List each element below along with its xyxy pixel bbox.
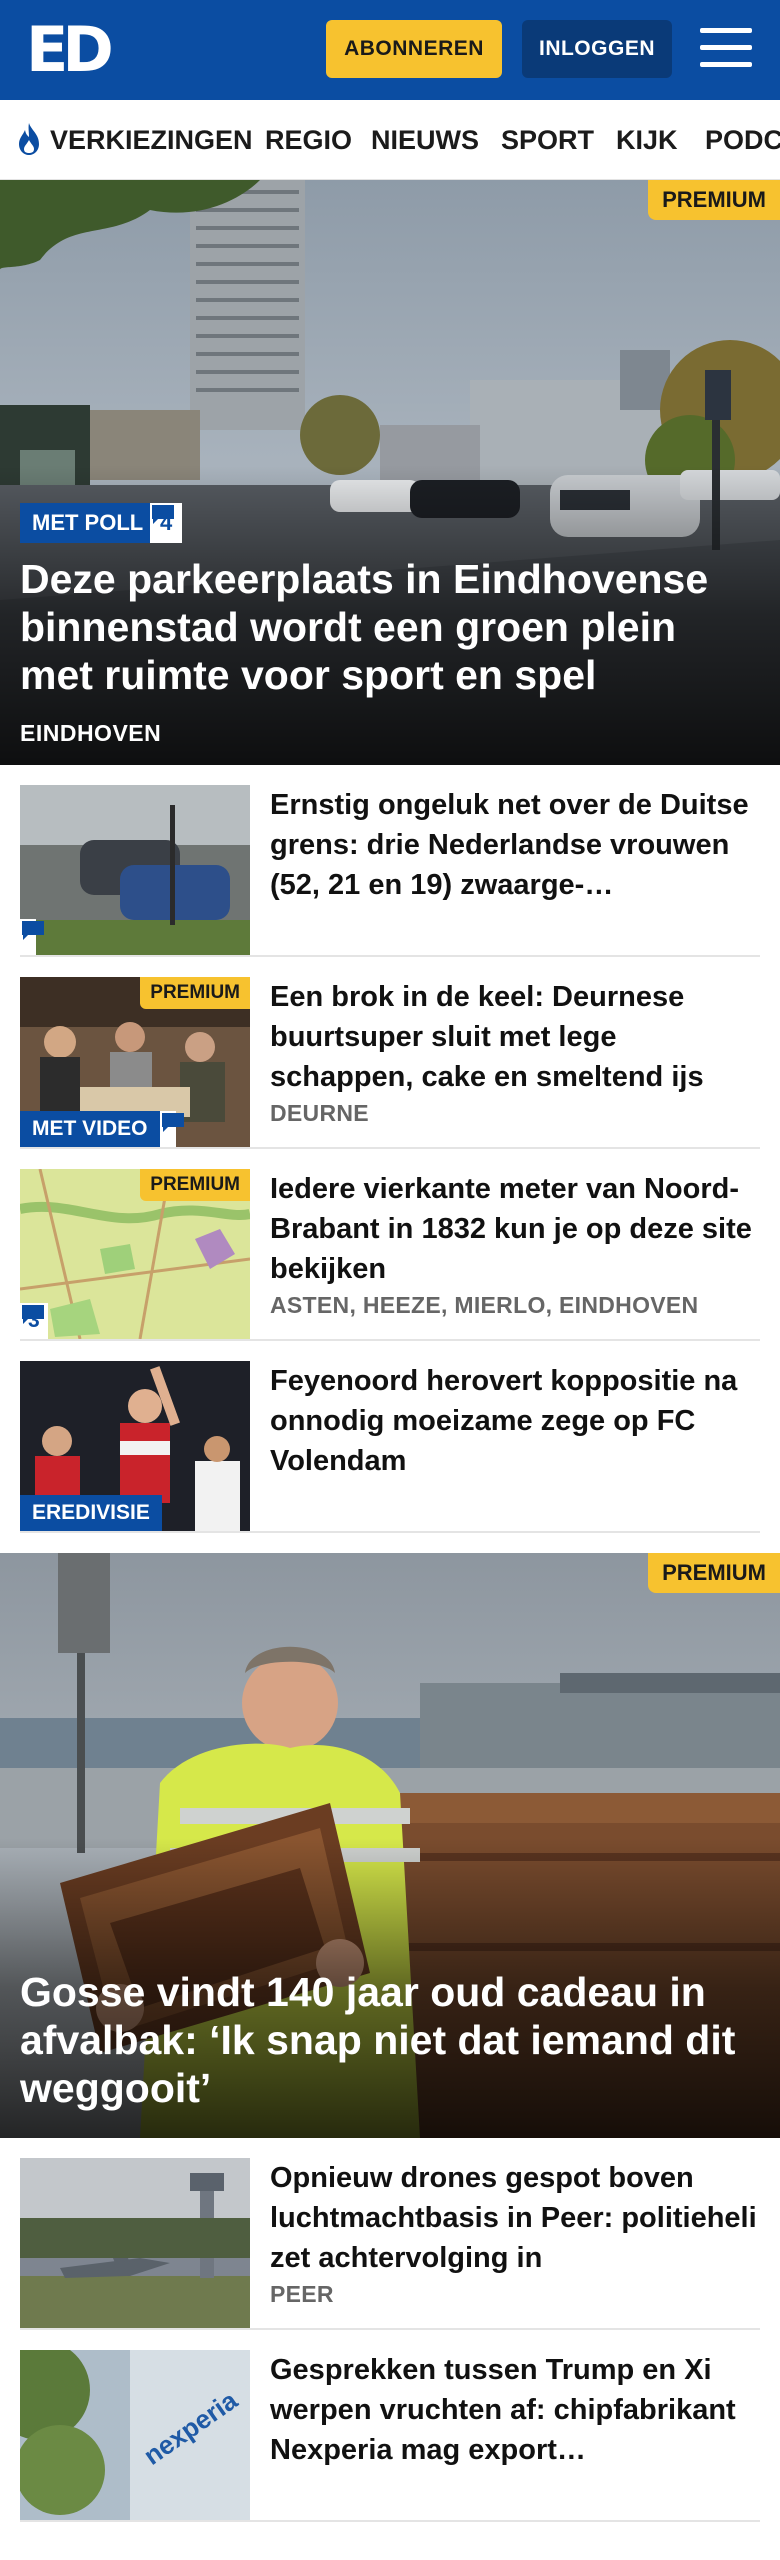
article-card[interactable]: Opnieuw drones gespot boven luchtmachtba… [20, 2138, 760, 2330]
premium-badge: PREMIUM [140, 977, 250, 1009]
article-card[interactable]: EREDIVISIE Feyenoord herovert kopp­ositi… [20, 1341, 760, 1533]
nav-item-nieuws[interactable]: NIEUWS [371, 100, 479, 180]
crash-photo [20, 785, 250, 955]
article-headline[interactable]: Feyenoord herovert kopp­ositie na onnodi… [270, 1361, 760, 1481]
article-card[interactable]: PREMIUM 3 Iedere vierkante meter van Noo… [20, 1149, 760, 1341]
competition-tag: EREDIVISIE [20, 1495, 162, 1531]
video-tag: MET VIDEO [20, 1111, 160, 1147]
nav-item-kijk[interactable]: KIJK [616, 100, 678, 180]
article-card[interactable]: nexperia Gesprekken tussen Trump en Xi w… [20, 2330, 760, 2522]
nav-item-sport[interactable]: SPORT [501, 100, 594, 180]
article-headline[interactable]: Gesprekken tussen Trump en Xi werpen vru… [270, 2350, 760, 2470]
article-thumbnail: nexperia [20, 2350, 250, 2520]
nav-item-verkiezingen[interactable]: VERKIEZINGEN [50, 100, 253, 180]
hero-article[interactable]: PREMIUM MET POLL 4 Deze parkeerplaats in… [0, 180, 780, 765]
article-location: PEER [270, 2281, 334, 2307]
nexperia-photo: nexperia [20, 2350, 250, 2520]
logo-text: ED [26, 13, 114, 86]
premium-badge: PREMIUM [648, 1553, 780, 1593]
hamburger-menu-icon[interactable] [700, 26, 752, 70]
comment-bubble-icon [152, 505, 174, 524]
hero-headline[interactable]: Gosse vindt 140 jaar oud cadeau in afval… [20, 1968, 760, 2112]
article-headline[interactable]: Ernstig ongeluk net over de Duitse grens… [270, 785, 760, 905]
comment-bubble-icon [22, 1305, 44, 1324]
article-thumbnail [20, 2158, 250, 2328]
article-location: DEURNE [270, 1100, 369, 1126]
comment-badge[interactable]: 3 [20, 1303, 48, 1339]
comment-bubble-icon [22, 921, 44, 940]
hero-article-2[interactable]: PREMIUM Gosse vindt 140 jaar oud cadeau … [0, 1553, 780, 2138]
hero-location-label: EINDHOVEN [20, 720, 162, 746]
article-location: ASTEN, HEEZE, MIERLO, EINDHOVEN [270, 1292, 699, 1318]
premium-badge: PREMIUM [140, 1169, 250, 1201]
premium-badge: PREMIUM [648, 180, 780, 220]
hero-headline[interactable]: Deze parkeerplaats in Eindhovense binnen… [20, 555, 760, 699]
nav-item-podcast[interactable]: PODC [705, 100, 780, 180]
article-card[interactable]: Ernstig ongeluk net over de Duitse grens… [20, 765, 760, 957]
nav-item-regio[interactable]: REGIO [265, 100, 352, 180]
comment-badge[interactable] [160, 1111, 184, 1147]
comment-bubble-icon [162, 1113, 184, 1132]
article-thumbnail: EREDIVISIE [20, 1361, 250, 1531]
article-thumbnail [20, 785, 250, 955]
top-header: ED ABONNEREN INLOGGEN [0, 0, 780, 100]
flame-icon [19, 123, 39, 155]
airbase-photo [20, 2158, 250, 2328]
article-headline[interactable]: Iedere vierkante meter van Noord-Brabant… [270, 1169, 760, 1289]
poll-tag: MET POLL [20, 503, 156, 543]
login-button[interactable]: INLOGGEN [522, 20, 672, 78]
article-card[interactable]: PREMIUM MET VIDEO Een brok in de keel: D… [20, 957, 760, 1149]
ed-logo[interactable]: ED [26, 13, 114, 86]
article-thumbnail: PREMIUM MET VIDEO [20, 977, 250, 1147]
article-headline[interactable]: Een brok in de keel: Deurnese buurtsuper… [270, 977, 760, 1097]
article-thumbnail: PREMIUM 3 [20, 1169, 250, 1339]
comment-count-badge[interactable]: 4 [150, 503, 183, 543]
subscribe-button[interactable]: ABONNEREN [326, 20, 502, 78]
article-headline[interactable]: Opnieuw drones gespot boven luchtmachtba… [270, 2158, 760, 2278]
comment-badge[interactable] [20, 919, 44, 955]
